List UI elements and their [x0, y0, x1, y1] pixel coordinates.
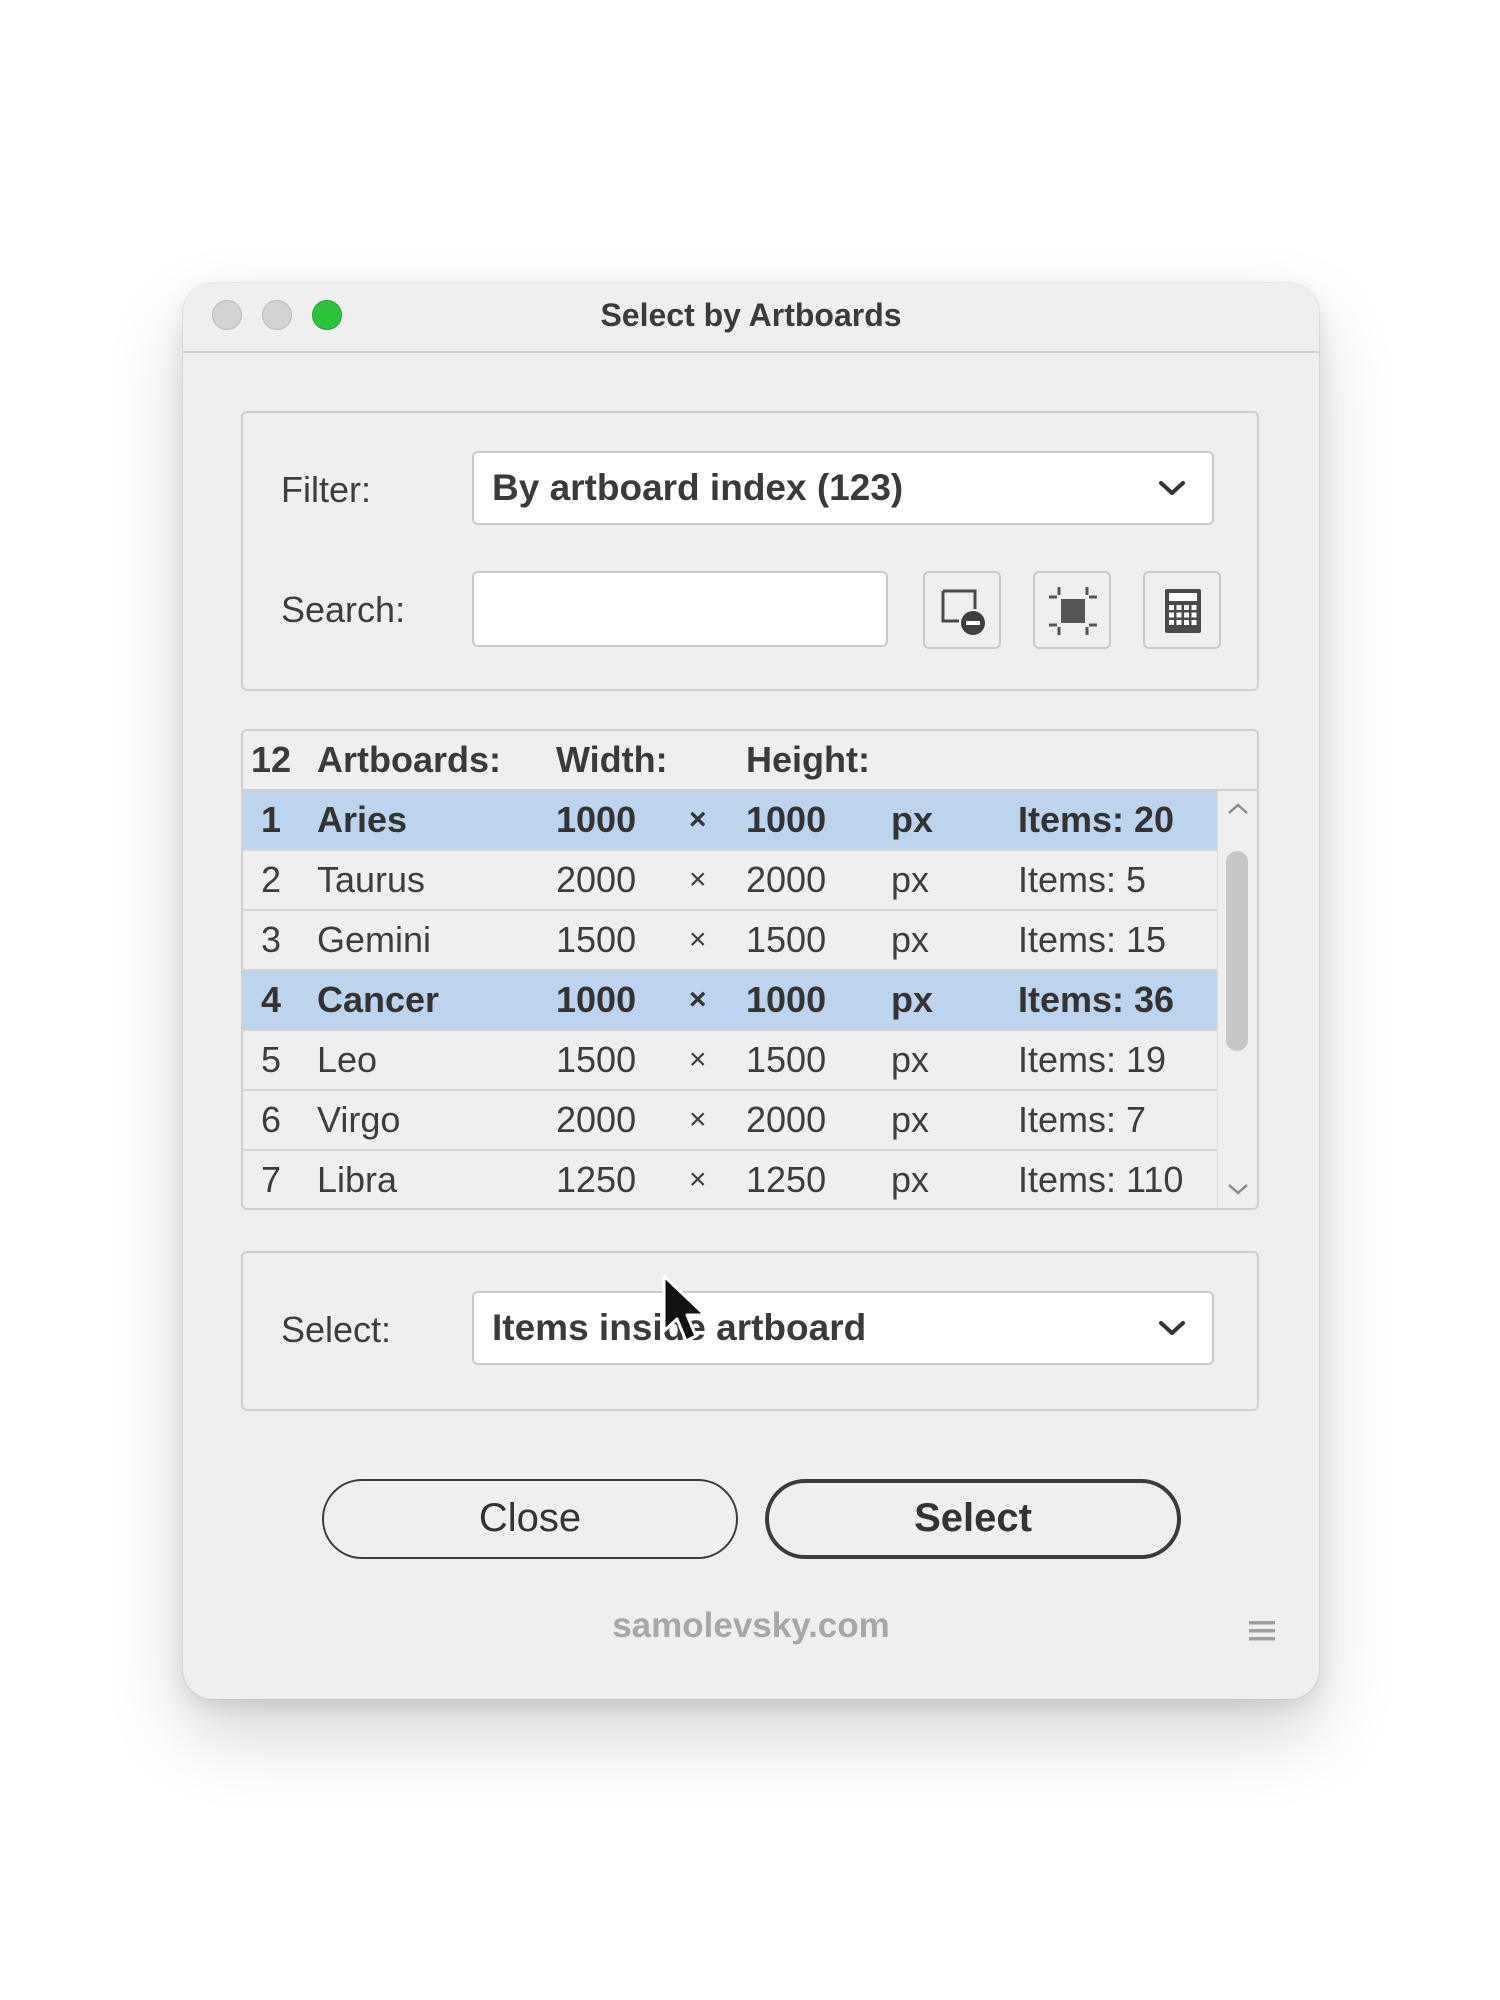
select-button[interactable]: Select — [765, 1479, 1181, 1559]
artboard-count: 12 — [251, 739, 292, 780]
mouse-cursor-icon — [662, 1274, 707, 1343]
chevron-down-icon — [1159, 481, 1185, 495]
title-bar[interactable]: Select by Artboards — [183, 283, 1319, 353]
row-unit: px — [891, 1099, 930, 1140]
row-times-sign: × — [689, 863, 707, 896]
row-items: Items: 7 — [1018, 1099, 1147, 1140]
row-height: 1500 — [746, 919, 827, 960]
chevron-down-icon — [1159, 1321, 1185, 1335]
row-width: 1250 — [556, 1159, 637, 1200]
row-index: 4 — [261, 979, 282, 1020]
row-height: 1000 — [746, 799, 827, 840]
search-input[interactable] — [472, 571, 888, 647]
list-header: 12 Artboards: Width: Height: — [243, 731, 1257, 791]
row-times-sign: × — [689, 983, 707, 1016]
row-height: 2000 — [746, 859, 827, 900]
row-width: 1000 — [556, 979, 637, 1020]
fit-artboard-icon — [1049, 587, 1097, 635]
row-height: 1000 — [746, 979, 827, 1020]
row-index: 3 — [261, 919, 282, 960]
header-height: Height: — [746, 739, 870, 780]
row-unit: px — [891, 979, 934, 1020]
filter-label: Filter: — [281, 469, 371, 510]
row-index: 1 — [261, 799, 282, 840]
row-height: 1250 — [746, 1159, 827, 1200]
row-unit: px — [891, 919, 930, 960]
window-title: Select by Artboards — [600, 297, 902, 333]
table-row[interactable]: 1 Aries 1000 × 1000 px Items: 20 — [243, 791, 1220, 851]
filter-dropdown[interactable]: By artboard index (123) — [472, 451, 1214, 525]
row-times-sign: × — [689, 1103, 707, 1136]
row-unit: px — [891, 1039, 930, 1080]
footer-link[interactable]: samolevsky.com — [183, 1606, 1319, 1646]
remove-artboard-icon — [941, 589, 985, 635]
table-row[interactable]: 3 Gemini 1500 × 1500 px Items: 15 — [243, 911, 1220, 971]
select-dropdown[interactable]: Items inside artboard — [472, 1291, 1214, 1365]
row-unit: px — [891, 859, 930, 900]
row-items: Items: 20 — [1018, 799, 1175, 840]
remove-artboard-button[interactable] — [923, 571, 1001, 649]
scrollbar-thumb[interactable] — [1226, 851, 1248, 1051]
row-name: Virgo — [317, 1099, 401, 1140]
row-times-sign: × — [689, 1163, 707, 1196]
dialog-window: Select by Artboards Filter: By artboard … — [183, 283, 1319, 1699]
close-button[interactable]: Close — [322, 1479, 738, 1559]
table-row[interactable]: 4 Cancer 1000 × 1000 px Items: 36 — [243, 971, 1220, 1031]
row-name: Gemini — [317, 919, 432, 960]
row-unit: px — [891, 799, 934, 840]
scroll-up-icon[interactable] — [1226, 801, 1250, 817]
row-name: Leo — [317, 1039, 378, 1080]
row-times-sign: × — [689, 1043, 707, 1076]
filter-panel: Filter: By artboard index (123) Search: — [241, 411, 1259, 691]
row-items: Items: 110 — [1018, 1159, 1184, 1200]
row-width: 2000 — [556, 859, 637, 900]
row-index: 5 — [261, 1039, 282, 1080]
header-width: Width: — [556, 739, 668, 780]
row-unit: px — [891, 1159, 930, 1200]
scroll-down-icon[interactable] — [1226, 1181, 1250, 1197]
search-label: Search: — [281, 589, 406, 630]
filter-dropdown-value: By artboard index (123) — [492, 467, 904, 508]
row-width: 2000 — [556, 1099, 637, 1140]
row-times-sign: × — [689, 923, 707, 956]
list-rows: 1 Aries 1000 × 1000 px Items: 20 2 Taurus 2000 × 20… — [243, 791, 1220, 1208]
table-row[interactable]: 5 Leo 1500 × 1500 px Items: 19 — [243, 1031, 1220, 1091]
row-name: Aries — [317, 799, 408, 840]
table-row[interactable]: 2 Taurus 2000 × 2000 px Items: 5 — [243, 851, 1220, 911]
select-label: Select: — [281, 1309, 392, 1350]
row-items: Items: 15 — [1018, 919, 1167, 960]
artboards-list: 12 Artboards: Width: Height: 1 Aries 1000 ×… — [241, 729, 1259, 1210]
row-name: Libra — [317, 1159, 398, 1200]
calculator-icon — [1165, 589, 1201, 633]
select-panel: Select: Items inside artboard — [241, 1251, 1259, 1411]
row-name: Cancer — [317, 979, 440, 1020]
row-height: 1500 — [746, 1039, 827, 1080]
table-row[interactable]: 7 Libra 1250 × 1250 px Items: 110 — [243, 1151, 1220, 1208]
fit-artboard-button[interactable] — [1033, 571, 1111, 649]
menu-icon[interactable] — [1247, 1619, 1277, 1643]
row-width: 1000 — [556, 799, 637, 840]
row-items: Items: 5 — [1018, 859, 1147, 900]
row-height: 2000 — [746, 1099, 827, 1140]
row-items: Items: 19 — [1018, 1039, 1167, 1080]
row-index: 7 — [261, 1159, 282, 1200]
row-name: Taurus — [317, 859, 426, 900]
table-row[interactable]: 6 Virgo 2000 × 2000 px Items: 7 — [243, 1091, 1220, 1151]
row-index: 6 — [261, 1099, 282, 1140]
row-items: Items: 36 — [1018, 979, 1175, 1020]
row-width: 1500 — [556, 919, 637, 960]
list-scrollbar[interactable] — [1217, 791, 1257, 1208]
row-width: 1500 — [556, 1039, 637, 1080]
row-times-sign: × — [689, 803, 707, 836]
calculator-button[interactable] — [1143, 571, 1221, 649]
row-index: 2 — [261, 859, 282, 900]
header-artboards: Artboards: — [317, 739, 502, 780]
